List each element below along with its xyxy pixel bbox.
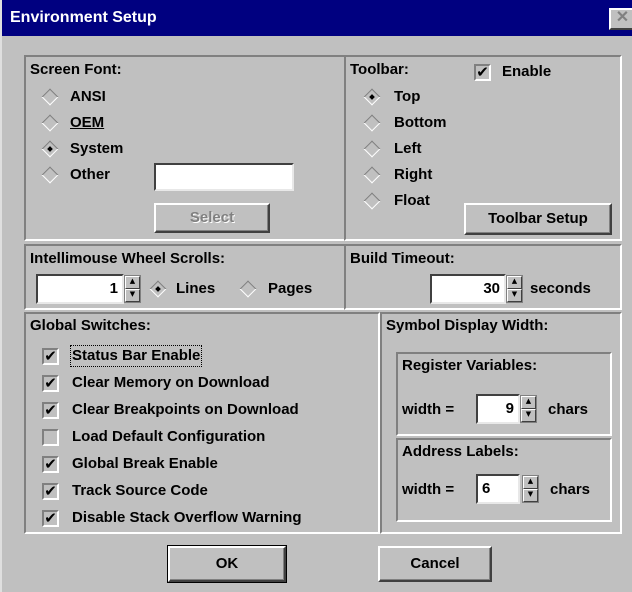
check-icon: ✔: [476, 63, 489, 81]
switch-status-bar-label[interactable]: Status Bar Enable: [69, 345, 203, 367]
build-timeout-group: Build Timeout: 30 ▲ ▼ seconds: [344, 244, 622, 310]
switch-track-source-checkbox[interactable]: ✔: [42, 483, 59, 500]
toolbar-heading: Toolbar:: [350, 61, 409, 78]
select-font-button[interactable]: Select: [154, 203, 270, 233]
build-timeout-heading: Build Timeout:: [350, 250, 455, 267]
wheel-scroll-input[interactable]: 1: [36, 274, 124, 304]
screen-font-heading: Screen Font:: [30, 61, 122, 78]
check-icon: ✔: [44, 401, 57, 419]
radio-pages-label[interactable]: Pages: [268, 280, 312, 298]
toolbar-group: Toolbar: ✔ Enable Top Bottom Left Right …: [344, 55, 622, 241]
other-font-input[interactable]: [154, 163, 294, 191]
radio-system[interactable]: [41, 140, 59, 158]
radio-oem-label[interactable]: OEM: [70, 114, 104, 132]
address-labels-group: Address Labels: width = 6 ▲ ▼ chars: [396, 438, 612, 522]
register-variables-heading: Register Variables:: [402, 357, 538, 374]
screen-font-group: Screen Font: ANSI OEM System Other Selec…: [24, 55, 346, 241]
window-title: Environment Setup: [10, 9, 157, 26]
radio-toolbar-left-label[interactable]: Left: [394, 140, 422, 158]
spin-down-icon[interactable]: ▼: [125, 289, 140, 302]
radio-toolbar-right[interactable]: [363, 166, 381, 184]
switch-load-default-label[interactable]: Load Default Configuration: [72, 428, 265, 446]
switch-clear-breakpoints-label[interactable]: Clear Breakpoints on Download: [72, 401, 299, 419]
close-button[interactable]: ✕: [609, 8, 632, 30]
radio-toolbar-right-label[interactable]: Right: [394, 166, 432, 184]
check-icon: ✔: [44, 347, 57, 365]
register-width-spinner[interactable]: ▲ ▼: [520, 395, 537, 423]
spin-up-icon[interactable]: ▲: [523, 476, 538, 489]
build-timeout-input[interactable]: 30: [430, 274, 506, 304]
spin-down-icon[interactable]: ▼: [523, 489, 538, 502]
address-labels-heading: Address Labels:: [402, 443, 519, 460]
switch-stack-overflow-label[interactable]: Disable Stack Overflow Warning: [72, 509, 302, 527]
radio-ansi[interactable]: [41, 88, 59, 106]
ok-button[interactable]: OK: [167, 545, 287, 583]
build-timeout-spinner[interactable]: ▲ ▼: [506, 275, 523, 303]
switch-global-break-checkbox[interactable]: ✔: [42, 456, 59, 473]
check-icon: ✔: [44, 482, 57, 500]
spin-up-icon[interactable]: ▲: [507, 276, 522, 289]
toolbar-setup-button[interactable]: Toolbar Setup: [464, 203, 612, 235]
spin-up-icon[interactable]: ▲: [125, 276, 140, 289]
check-icon: ✔: [44, 455, 57, 473]
radio-ansi-label[interactable]: ANSI: [70, 88, 106, 106]
switch-clear-memory-label[interactable]: Clear Memory on Download: [72, 374, 270, 392]
switch-clear-memory-checkbox[interactable]: ✔: [42, 375, 59, 392]
radio-toolbar-bottom[interactable]: [363, 114, 381, 132]
symbol-display-group: Symbol Display Width: Register Variables…: [380, 312, 622, 534]
radio-system-label[interactable]: System: [70, 140, 123, 158]
radio-toolbar-float-label[interactable]: Float: [394, 192, 430, 210]
address-width-label: width =: [402, 481, 455, 498]
global-switches-group: Global Switches: ✔ Status Bar Enable ✔ C…: [24, 312, 380, 534]
environment-setup-dialog: Environment Setup ✕ Screen Font: ANSI OE…: [0, 0, 632, 592]
address-width-unit: chars: [550, 481, 591, 498]
spin-up-icon[interactable]: ▲: [521, 396, 536, 409]
radio-other-label[interactable]: Other: [70, 166, 110, 184]
toolbar-enable-checkbox[interactable]: ✔: [474, 64, 491, 81]
close-icon: ✕: [615, 9, 630, 26]
switch-clear-breakpoints-checkbox[interactable]: ✔: [42, 402, 59, 419]
switch-status-bar-checkbox[interactable]: ✔: [42, 348, 59, 365]
radio-other[interactable]: [41, 166, 59, 184]
intellimouse-group: Intellimouse Wheel Scrolls: 1 ▲ ▼ Lines …: [24, 244, 346, 310]
radio-toolbar-left[interactable]: [363, 140, 381, 158]
radio-toolbar-float[interactable]: [363, 192, 381, 210]
radio-oem[interactable]: [41, 114, 59, 132]
register-width-label: width =: [402, 401, 455, 418]
address-width-spinner[interactable]: ▲ ▼: [522, 475, 539, 503]
switch-track-source-label[interactable]: Track Source Code: [72, 482, 208, 500]
symbol-display-heading: Symbol Display Width:: [386, 317, 549, 334]
register-width-unit: chars: [548, 401, 589, 418]
switch-stack-overflow-checkbox[interactable]: ✔: [42, 510, 59, 527]
switch-load-default-checkbox[interactable]: [42, 429, 59, 446]
radio-lines-label[interactable]: Lines: [176, 280, 215, 298]
cancel-button[interactable]: Cancel: [378, 546, 492, 582]
toolbar-enable-label[interactable]: Enable: [502, 63, 551, 81]
radio-toolbar-bottom-label[interactable]: Bottom: [394, 114, 447, 132]
register-width-input[interactable]: 9: [476, 394, 520, 424]
intellimouse-heading: Intellimouse Wheel Scrolls:: [30, 250, 226, 267]
switch-global-break-label[interactable]: Global Break Enable: [72, 455, 218, 473]
radio-toolbar-top[interactable]: [363, 88, 381, 106]
global-switches-heading: Global Switches:: [30, 317, 151, 334]
spin-down-icon[interactable]: ▼: [521, 409, 536, 422]
spin-down-icon[interactable]: ▼: [507, 289, 522, 302]
check-icon: ✔: [44, 509, 57, 527]
wheel-scroll-spinner[interactable]: ▲ ▼: [124, 275, 141, 303]
radio-lines[interactable]: [149, 280, 167, 298]
build-timeout-unit: seconds: [530, 280, 591, 297]
title-bar: Environment Setup: [2, 0, 632, 36]
register-variables-group: Register Variables: width = 9 ▲ ▼ chars: [396, 352, 612, 436]
check-icon: ✔: [44, 374, 57, 392]
address-width-input[interactable]: 6: [476, 474, 520, 504]
radio-toolbar-top-label[interactable]: Top: [394, 88, 420, 106]
radio-pages[interactable]: [239, 280, 257, 298]
